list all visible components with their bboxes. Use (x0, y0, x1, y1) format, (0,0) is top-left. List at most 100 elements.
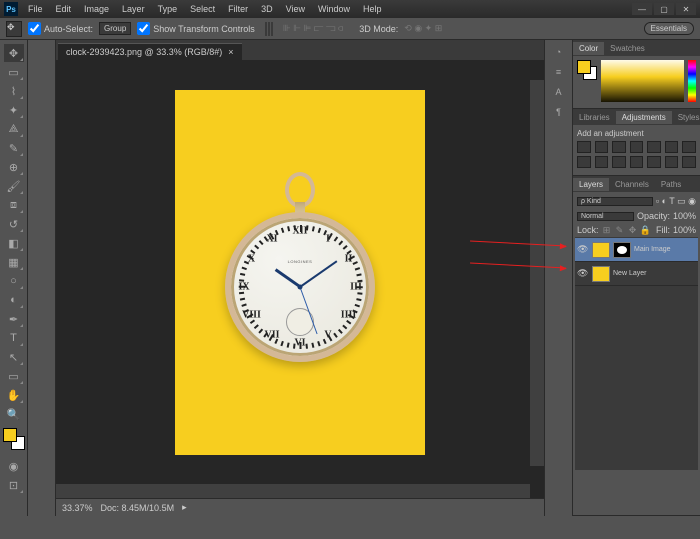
show-transform-check[interactable]: Show Transform Controls (137, 22, 255, 35)
adj-poster-icon[interactable] (647, 156, 661, 168)
hue-slider[interactable] (688, 60, 696, 102)
tab-swatches[interactable]: Swatches (604, 42, 651, 55)
layer-thumb[interactable] (592, 242, 610, 258)
tab-layers[interactable]: Layers (573, 178, 609, 191)
menu-file[interactable]: File (22, 1, 49, 17)
type-tool[interactable]: T (4, 329, 24, 347)
fill-value[interactable]: 100% (673, 225, 696, 235)
foreground-swatch[interactable] (3, 428, 17, 442)
title-bar: Ps File Edit Image Layer Type Select Fil… (0, 0, 700, 18)
lock-position-icon[interactable]: ✥ (628, 225, 638, 235)
adj-photo-icon[interactable] (577, 156, 591, 168)
color-swatches[interactable] (3, 428, 25, 450)
path-tool[interactable]: ↖ (4, 348, 24, 366)
vertical-scrollbar[interactable] (530, 80, 544, 466)
layer-row[interactable]: 👁 Main Image (575, 238, 698, 262)
adj-bw-icon[interactable] (682, 141, 696, 153)
gradient-tool[interactable]: ▦ (4, 253, 24, 271)
blur-tool[interactable]: ○ (4, 272, 24, 290)
close-button[interactable]: ✕ (676, 3, 696, 15)
menu-view[interactable]: View (280, 1, 311, 17)
tab-libraries[interactable]: Libraries (573, 111, 616, 124)
screenmode-tool[interactable]: ⊡ (4, 476, 24, 494)
adj-threshold-icon[interactable] (665, 156, 679, 168)
marquee-tool[interactable]: ▭ (4, 63, 24, 81)
tab-close-icon[interactable]: × (228, 47, 233, 57)
color-panel-swatch[interactable] (577, 60, 597, 80)
canvas-viewport[interactable]: LONGINES XIIIIIIIIIIIIVVIVIIVIIIIXXXI (56, 60, 544, 484)
menu-type[interactable]: Type (152, 1, 184, 17)
visibility-icon[interactable]: 👁 (577, 244, 589, 255)
right-panels: Color Swatches Libraries Adjustments Sty… (572, 40, 700, 516)
horizontal-scrollbar[interactable] (56, 484, 530, 498)
quickmask-tool[interactable]: ◉ (4, 457, 24, 475)
layer-name[interactable]: Main Image (634, 246, 671, 253)
tab-styles[interactable]: Styles (672, 111, 700, 124)
tab-channels[interactable]: Channels (609, 178, 655, 191)
layer-thumb[interactable] (592, 266, 610, 282)
properties-icon[interactable]: ≡ (550, 64, 568, 80)
adj-levels-icon[interactable] (595, 141, 609, 153)
eyedropper-tool[interactable]: ✎ (4, 139, 24, 157)
paragraph-icon[interactable]: ¶ (550, 104, 568, 120)
zoom-tool[interactable]: 🔍 (4, 405, 24, 423)
eraser-tool[interactable]: ◧ (4, 234, 24, 252)
auto-select-dropdown[interactable]: Group (99, 22, 131, 35)
adj-curves-icon[interactable] (612, 141, 626, 153)
adj-hue-icon[interactable] (665, 141, 679, 153)
app-logo: Ps (4, 2, 18, 16)
hand-tool[interactable]: ✋ (4, 386, 24, 404)
auto-select-check[interactable]: Auto-Select: (28, 22, 93, 35)
adj-gradient-icon[interactable] (682, 156, 696, 168)
adj-lookup-icon[interactable] (612, 156, 626, 168)
zoom-level[interactable]: 33.37% (62, 503, 93, 513)
minimize-button[interactable]: — (632, 3, 652, 15)
menu-help[interactable]: Help (357, 1, 388, 17)
visibility-icon[interactable]: 👁 (577, 268, 589, 279)
lock-pixels-icon[interactable]: ✎ (615, 225, 625, 235)
menu-select[interactable]: Select (184, 1, 221, 17)
brush-tool[interactable]: 🖌 (4, 177, 24, 195)
blend-mode-dropdown[interactable]: Normal (577, 212, 634, 221)
opacity-value[interactable]: 100% (673, 211, 696, 221)
stamp-tool[interactable]: ⧈ (4, 196, 24, 214)
layer-name[interactable]: New Layer (613, 270, 646, 277)
lasso-tool[interactable]: ⌇ (4, 82, 24, 100)
adj-invert-icon[interactable] (630, 156, 644, 168)
menu-3d[interactable]: 3D (255, 1, 279, 17)
history-brush-tool[interactable]: ↺ (4, 215, 24, 233)
layer-filter-dropdown[interactable]: ρ Kind (577, 197, 653, 206)
tab-paths[interactable]: Paths (655, 178, 687, 191)
history-icon[interactable]: ◔ (550, 44, 568, 60)
workspace-switcher[interactable]: Essentials (644, 22, 694, 35)
adj-brightness-icon[interactable] (577, 141, 591, 153)
maximize-button[interactable]: ▢ (654, 3, 674, 15)
menu-window[interactable]: Window (312, 1, 356, 17)
adj-exposure-icon[interactable] (630, 141, 644, 153)
menu-bar: File Edit Image Layer Type Select Filter… (22, 1, 388, 17)
pen-tool[interactable]: ✒ (4, 310, 24, 328)
color-panel: Color Swatches (573, 40, 700, 109)
tab-adjustments[interactable]: Adjustments (616, 111, 672, 124)
dodge-tool[interactable]: ◐ (4, 291, 24, 309)
shape-tool[interactable]: ▭ (4, 367, 24, 385)
document-tab[interactable]: clock-2939423.png @ 33.3% (RGB/8#) × (58, 43, 242, 60)
menu-edit[interactable]: Edit (50, 1, 78, 17)
menu-layer[interactable]: Layer (116, 1, 151, 17)
crop-tool[interactable]: ⟁ (4, 120, 24, 138)
move-tool[interactable]: ✥ (4, 44, 24, 62)
lock-transparency-icon[interactable]: ⊞ (602, 225, 612, 235)
move-tool-icon[interactable]: ✥ (6, 21, 22, 37)
adj-vibrance-icon[interactable] (647, 141, 661, 153)
menu-image[interactable]: Image (78, 1, 115, 17)
menu-filter[interactable]: Filter (222, 1, 254, 17)
layer-mask-thumb[interactable] (613, 242, 631, 258)
character-icon[interactable]: A (550, 84, 568, 100)
wand-tool[interactable]: ✦ (4, 101, 24, 119)
color-spectrum[interactable] (601, 60, 684, 102)
layer-row[interactable]: 👁 New Layer (575, 262, 698, 286)
adj-mixer-icon[interactable] (595, 156, 609, 168)
lock-all-icon[interactable]: 🔒 (641, 225, 651, 235)
heal-tool[interactable]: ⊕ (4, 158, 24, 176)
tab-color[interactable]: Color (573, 42, 604, 55)
